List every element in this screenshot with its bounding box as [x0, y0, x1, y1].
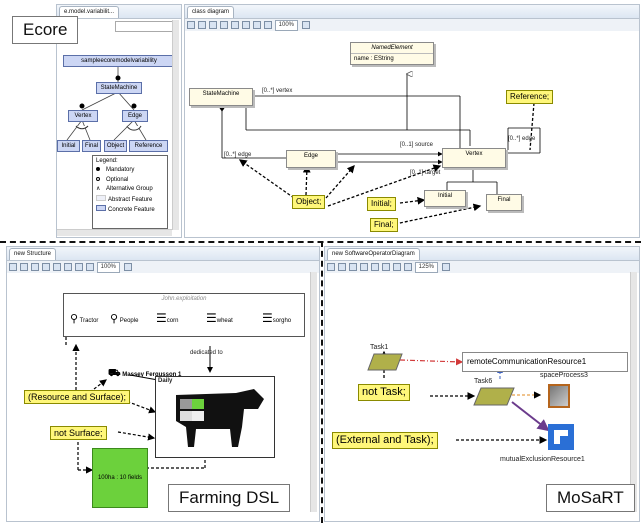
corn-item[interactable]: ☰corn: [156, 311, 178, 325]
feature-scrollbar-v[interactable]: [172, 20, 179, 230]
tractor-icon: ⛟: [108, 368, 121, 379]
class-final-title: Final: [497, 197, 511, 203]
feature-scrollbar-h[interactable]: [57, 229, 172, 236]
section-divider-vertical: [321, 241, 323, 523]
people-item[interactable]: ⚲ People: [110, 312, 138, 325]
note-not-task: not Task;: [358, 384, 410, 401]
task6-node[interactable]: [473, 387, 515, 406]
legend-item-alternative: ∧ Alternative Group: [96, 186, 153, 192]
class-named-element-title: NamedElement: [351, 43, 433, 54]
wheat-item[interactable]: ☰wheat: [206, 311, 233, 325]
legend-label: Concrete Feature: [108, 207, 155, 213]
rel-target-label: [0..1] target: [410, 170, 441, 176]
dedicated-to-label: dedicated to: [190, 350, 223, 356]
space-process-node[interactable]: [548, 384, 570, 408]
wheat-item-label: wheat: [216, 318, 233, 324]
task6-label: Task6: [474, 378, 493, 385]
legend-label: Mandatory: [106, 167, 135, 173]
feature-final[interactable]: Final: [82, 140, 101, 152]
exploitation-title: John.exploitation: [161, 296, 207, 302]
farming-corner-label: Farming DSL: [168, 484, 291, 512]
sorgho-item-label: sorgho: [272, 318, 292, 324]
note-resource-surface: (Resource and Surface);: [24, 390, 131, 404]
corn-item-label: corn: [166, 318, 179, 324]
exploitation-box[interactable]: John.exploitation ⚲ Tractor ⚲ People ☰co…: [63, 293, 305, 337]
space-process-label: spaceProcess3: [540, 372, 588, 379]
ecore-corner-label: Ecore: [12, 16, 79, 44]
class-final[interactable]: Final: [486, 194, 522, 211]
legend-label: Abstract Feature: [108, 196, 153, 203]
mutual-exclusion-node[interactable]: [548, 424, 574, 450]
legend-label: Optional: [106, 176, 129, 183]
people-item-label: People: [119, 318, 139, 324]
wheat-item-icon: ☰: [206, 311, 217, 325]
feature-statemachine[interactable]: StateMachine: [96, 82, 142, 94]
legend-title: Legend:: [96, 158, 118, 164]
note-object: Object;: [292, 195, 326, 209]
remote-resource[interactable]: remoteCommunicationResource1: [462, 352, 628, 372]
feature-root[interactable]: sampleecoremodelvariability: [63, 55, 175, 67]
mutual-exclusion-label: mutualExclusionResource1: [500, 456, 585, 463]
legend-item-optional: Optional: [96, 176, 167, 186]
class-named-element-attr: name : EString: [354, 56, 394, 62]
note-initial: Initial;: [367, 197, 396, 211]
class-initial-title: Initial: [437, 193, 452, 199]
task1-node[interactable]: [367, 353, 403, 371]
feature-vertex[interactable]: Vertex: [68, 110, 98, 122]
class-edge-title: Edge: [303, 153, 318, 159]
note-final: Final;: [370, 218, 398, 232]
rel-edge2-label: [0..*] edge: [508, 136, 536, 142]
class-named-element[interactable]: NamedElement name : EString: [350, 42, 434, 65]
corn-item-icon: ☰: [156, 311, 167, 325]
tractor-item-icon: ⚲: [70, 313, 79, 325]
legend-item-abstract: Abstract Feature: [96, 194, 167, 206]
field-box[interactable]: 100ha : 10 fields: [92, 448, 148, 508]
sorgho-item-icon: ☰: [262, 311, 273, 325]
daily-box[interactable]: Daily: [155, 376, 275, 458]
tractor-item[interactable]: ⚲ Tractor: [70, 312, 98, 325]
class-statemachine[interactable]: StateMachine: [189, 88, 253, 106]
tractor-item-label: Tractor: [79, 318, 99, 324]
task1-label: Task1: [370, 344, 389, 351]
feature-initial[interactable]: Initial: [57, 140, 80, 152]
legend-item-mandatory: Mandatory: [96, 166, 167, 176]
rel-edge-label: [0..*] edge: [224, 152, 252, 158]
farming-scrollbar-v[interactable]: [310, 272, 317, 512]
rel-source-label: [0..1] source: [400, 142, 434, 148]
feature-object[interactable]: Object: [104, 140, 127, 152]
class-edge[interactable]: Edge: [286, 150, 336, 168]
class-vertex-title: Vertex: [465, 151, 483, 157]
feature-edge[interactable]: Edge: [122, 110, 148, 122]
class-initial[interactable]: Initial: [424, 190, 466, 207]
legend-box: Legend: Mandatory Optional ∧ Alternative …: [92, 155, 168, 229]
legend-item-concrete: Concrete Feature: [96, 205, 167, 216]
class-statemachine-title: StateMachine: [202, 91, 240, 97]
cow-icon: [166, 387, 266, 449]
people-item-icon: ⚲: [110, 313, 119, 325]
legend-label: Alternative Group: [106, 186, 153, 192]
feature-reference[interactable]: Reference: [129, 140, 168, 152]
note-reference: Reference;: [506, 90, 554, 104]
sorgho-item[interactable]: ☰sorgho: [262, 311, 291, 325]
mosart-corner-label: MoSaRT: [546, 484, 635, 512]
note-external-task: (External and Task);: [332, 432, 438, 449]
daily-title: Daily: [158, 378, 173, 384]
mosart-scrollbar-v[interactable]: [630, 272, 637, 512]
class-vertex[interactable]: Vertex: [442, 148, 506, 168]
rel-vertex-label: [0..*] vertex: [262, 88, 293, 94]
note-not-surface: not Surface;: [50, 426, 107, 440]
